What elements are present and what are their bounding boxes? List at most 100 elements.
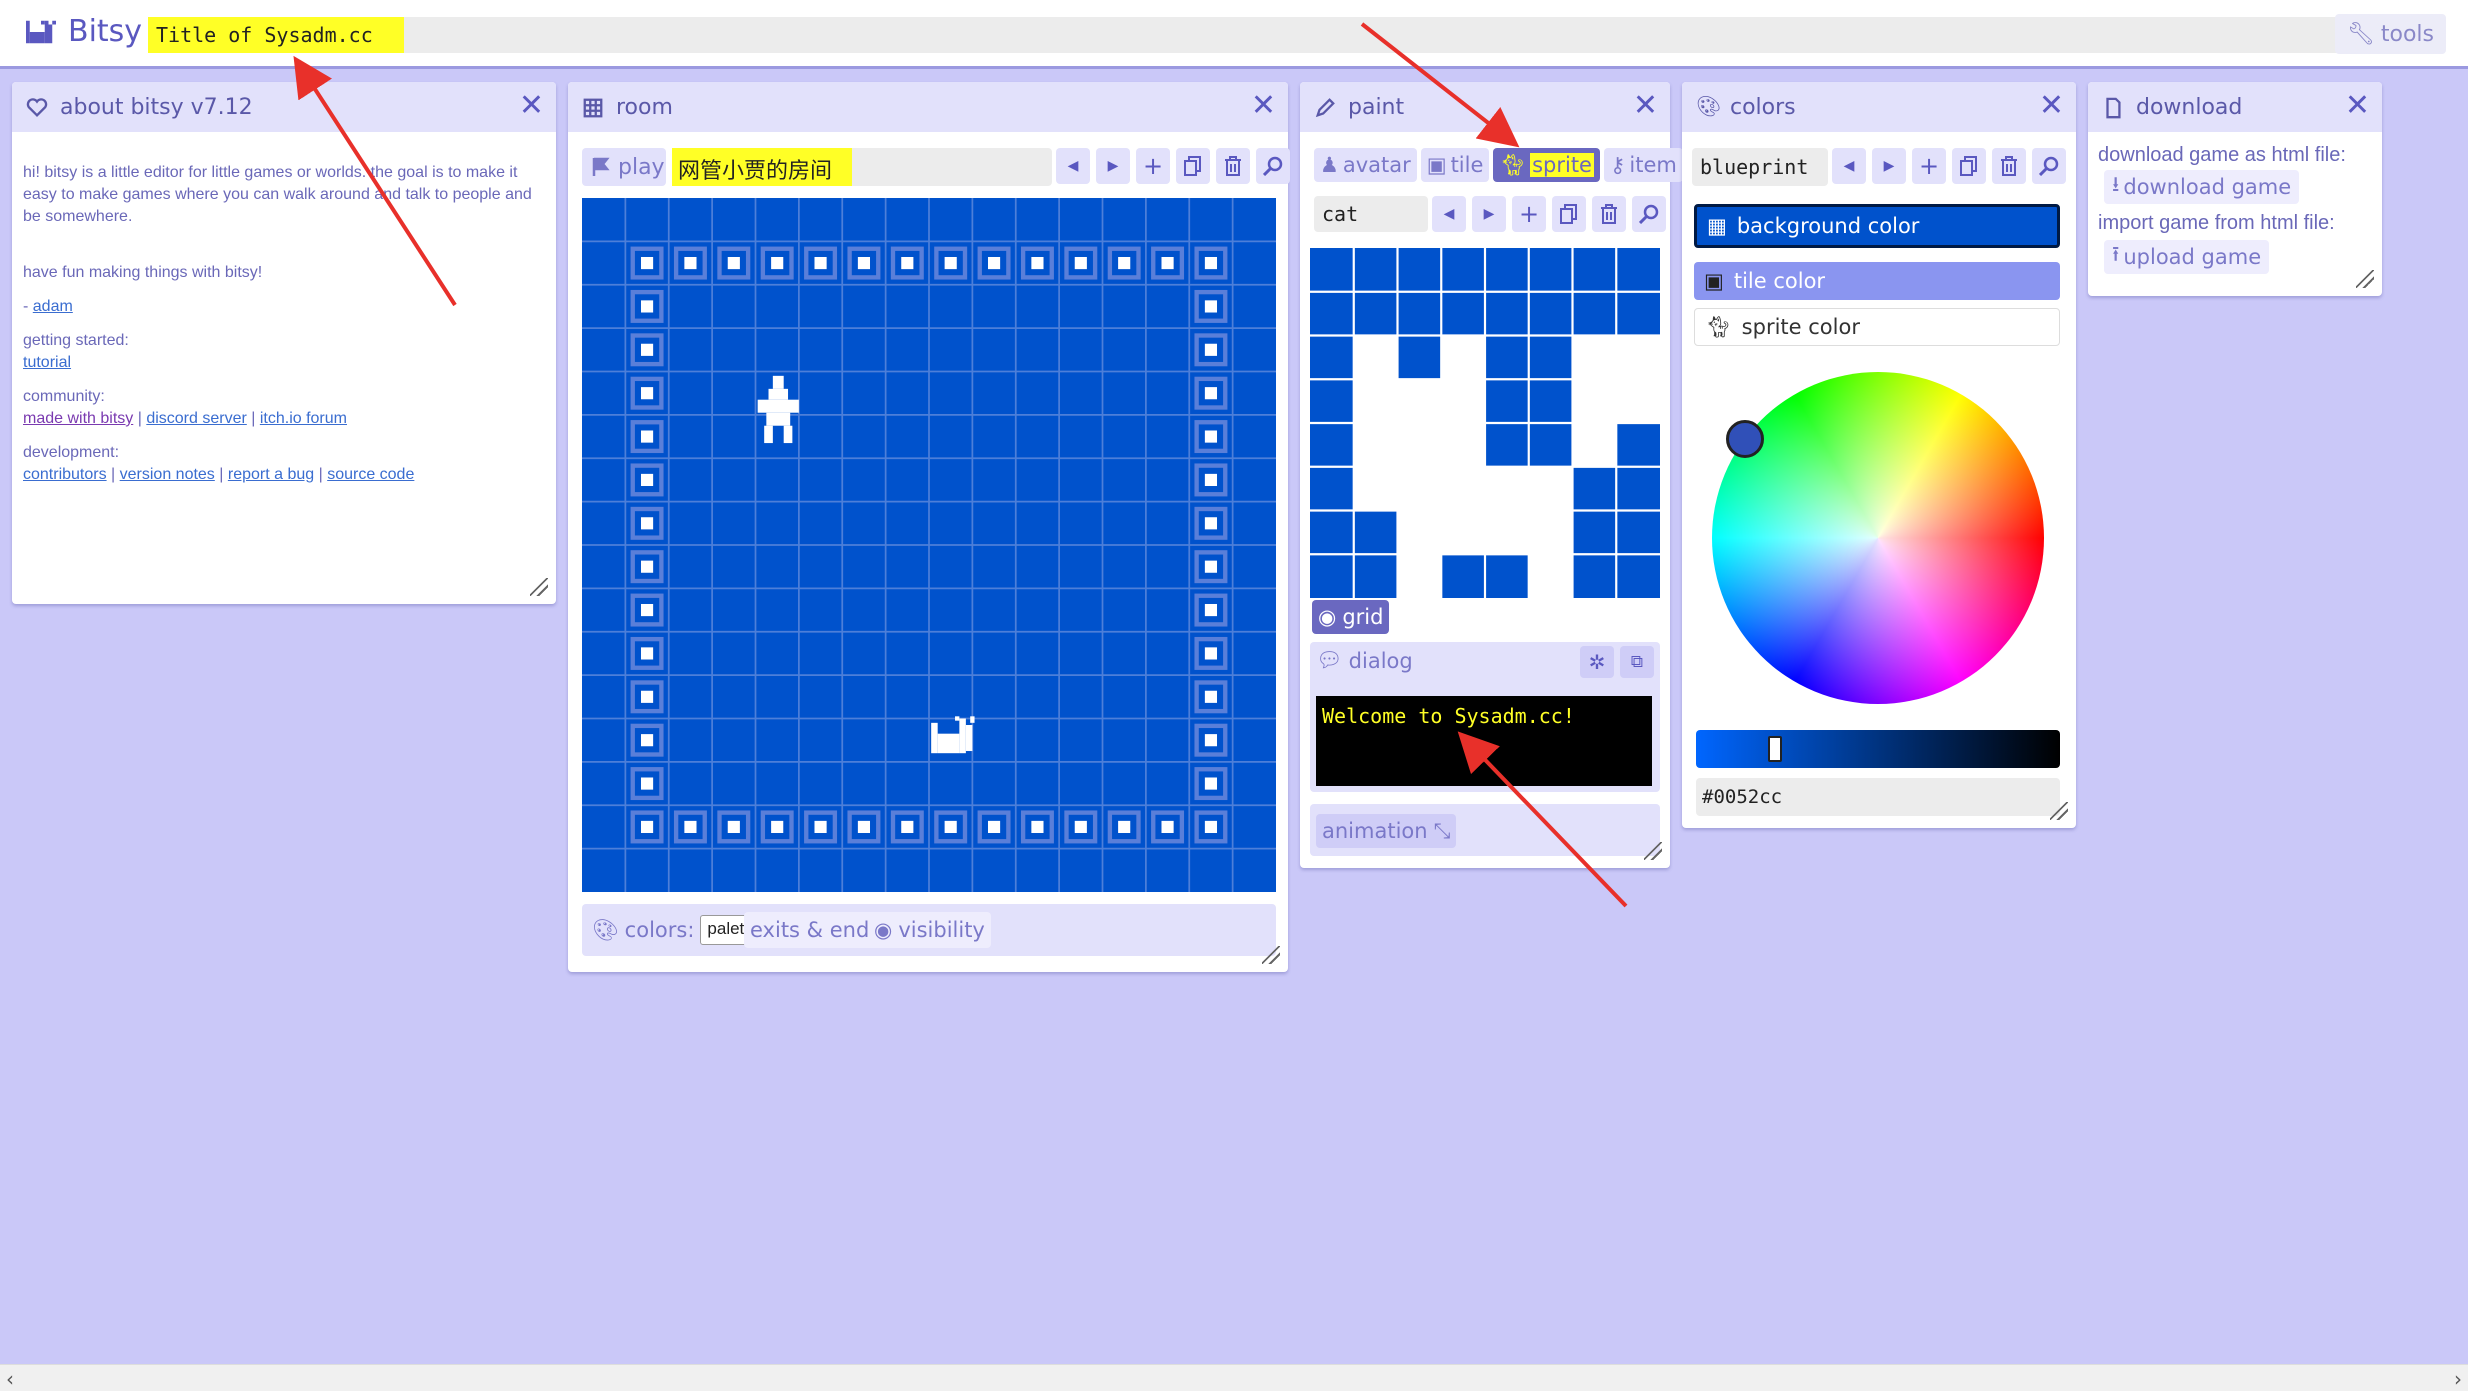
next-sprite-button[interactable]: ▶	[1472, 196, 1506, 232]
color-wheel-knob[interactable]	[1726, 420, 1764, 458]
grid-toggle-button[interactable]: ◉ grid	[1312, 600, 1390, 634]
tutorial-link[interactable]: tutorial	[23, 354, 71, 371]
sprite-pixel	[1485, 554, 1529, 598]
delete-room-button[interactable]	[1216, 148, 1250, 184]
sprite-pixel	[1616, 466, 1660, 511]
separator: |	[246, 410, 260, 427]
hex-color-input[interactable]: #0052cc	[1696, 778, 2060, 816]
close-icon[interactable]: ✕	[2345, 91, 2370, 121]
close-icon[interactable]: ✕	[519, 91, 544, 121]
game-title-input[interactable]: Title of Sysadm.cc	[148, 17, 2342, 53]
sprite-pixel	[1616, 510, 1660, 555]
prev-room-button[interactable]: ◀	[1056, 148, 1090, 184]
download-game-button[interactable]: ⭳ download game	[2104, 170, 2300, 204]
close-icon[interactable]: ✕	[1251, 91, 1276, 121]
tab-avatar[interactable]: ♟︎ avatar	[1314, 148, 1417, 182]
visibility-button[interactable]: ◉ visibility	[868, 912, 991, 948]
magnifier-icon	[1263, 156, 1283, 176]
duplicate-palette-button[interactable]	[1952, 148, 1986, 184]
animation-button[interactable]: animation ⤡	[1316, 814, 1457, 848]
tab-sprite[interactable]: 🐈︎ sprite	[1493, 148, 1600, 182]
next-room-button[interactable]: ▶	[1096, 148, 1130, 184]
itch-forum-link[interactable]: itch.io forum	[260, 410, 347, 427]
magnifier-icon	[1639, 204, 1659, 224]
upload-game-button[interactable]: ⭱ upload game	[2104, 240, 2270, 274]
play-button[interactable]: play	[582, 148, 666, 186]
prev-palette-button[interactable]: ◀	[1832, 148, 1866, 184]
scroll-left-icon[interactable]: ‹	[6, 1367, 14, 1391]
duplicate-room-button[interactable]	[1176, 148, 1210, 184]
prev-sprite-button[interactable]: ◀	[1432, 196, 1466, 232]
made-with-bitsy-link[interactable]: made with bitsy	[23, 410, 133, 427]
sprite-pixel	[1528, 291, 1573, 336]
resize-handle[interactable]	[530, 578, 548, 596]
sprite-pixel	[1528, 248, 1573, 292]
find-sprite-button[interactable]	[1632, 196, 1666, 232]
sprite-paint-canvas[interactable]	[1310, 248, 1660, 598]
room-nav-toolbar: ◀ ▶ +	[1056, 148, 1290, 184]
palette-icon: 🎨︎	[1696, 94, 1722, 118]
delete-sprite-button[interactable]	[1592, 196, 1626, 232]
add-sprite-button[interactable]: +	[1512, 196, 1546, 232]
find-palette-button[interactable]	[2032, 148, 2066, 184]
plus-icon: +	[1142, 152, 1164, 180]
cat-icon: 🐈︎	[1499, 152, 1527, 177]
add-room-button[interactable]: +	[1136, 148, 1170, 184]
value-slider[interactable]	[1696, 730, 2060, 768]
sprite-pixel	[1310, 423, 1354, 467]
plus-icon: +	[1518, 200, 1540, 228]
resize-handle[interactable]	[2356, 270, 2374, 288]
dialog-section: 💬︎ dialog ✲ ⧉ Welcome to Sysadm.cc!	[1310, 642, 1660, 792]
paint-panel-header[interactable]: paint ✕	[1300, 82, 1670, 132]
add-palette-button[interactable]: +	[1912, 148, 1946, 184]
dialog-settings-button[interactable]: ✲	[1580, 646, 1614, 678]
duplicate-sprite-button[interactable]	[1552, 196, 1586, 232]
tab-item[interactable]: ⚷ item	[1603, 148, 1683, 182]
resize-handle[interactable]	[1262, 946, 1280, 964]
background-color-option[interactable]: ▦ background color	[1694, 204, 2060, 248]
room-panel-header[interactable]: room ✕	[568, 82, 1288, 132]
discord-link[interactable]: discord server	[146, 410, 246, 427]
room-canvas[interactable]	[582, 198, 1276, 892]
about-panel-header[interactable]: about bitsy v7.12 ✕	[12, 82, 556, 132]
magnifier-icon	[2039, 156, 2059, 176]
report-bug-link[interactable]: report a bug	[228, 466, 314, 483]
tile-color-option[interactable]: ▣ tile color	[1694, 262, 2060, 300]
find-room-button[interactable]	[1256, 148, 1290, 184]
author-link[interactable]: adam	[33, 298, 73, 315]
sprite-color-option[interactable]: 🐈︎ sprite color	[1694, 308, 2060, 346]
close-icon[interactable]: ✕	[1633, 91, 1658, 121]
sprite-pixel	[1397, 335, 1442, 380]
sprite-nav-toolbar: ◀ ▶ +	[1432, 196, 1666, 232]
dialog-textarea[interactable]: Welcome to Sysadm.cc!	[1316, 696, 1652, 786]
about-panel-title: about bitsy v7.12	[60, 95, 253, 120]
tools-button[interactable]: 🔧︎ tools	[2334, 14, 2446, 54]
resize-handle[interactable]	[2050, 802, 2068, 820]
tab-tile[interactable]: ▣ tile	[1420, 148, 1490, 182]
delete-palette-button[interactable]	[1992, 148, 2026, 184]
resize-handle[interactable]	[1644, 842, 1662, 860]
color-wheel[interactable]	[1712, 372, 2044, 704]
dialog-open-button[interactable]: ⧉	[1620, 646, 1654, 678]
room-name-input[interactable]: 网管小贾的房间	[672, 148, 1052, 186]
wall-tile-dot	[987, 256, 1001, 270]
palette-name-input[interactable]: blueprint	[1692, 148, 1828, 186]
speech-bubble-icon: 💬︎	[1316, 648, 1343, 672]
value-slider-handle[interactable]	[1768, 736, 1782, 762]
next-palette-button[interactable]: ▶	[1872, 148, 1906, 184]
sprite-pixel	[1353, 510, 1398, 555]
colors-panel-header[interactable]: 🎨︎ colors ✕	[1682, 82, 2076, 132]
wall-tile-dot	[640, 777, 654, 790]
download-panel-header[interactable]: download ✕	[2088, 82, 2382, 132]
scroll-right-icon[interactable]: ›	[2454, 1367, 2462, 1391]
horizontal-scrollbar[interactable]: ‹ ›	[0, 1364, 2468, 1391]
source-code-link[interactable]: source code	[327, 466, 414, 483]
community: community: made with bitsy | discord ser…	[23, 386, 543, 430]
tab-item-label: item	[1629, 153, 1677, 177]
close-icon[interactable]: ✕	[2039, 91, 2064, 121]
version-notes-link[interactable]: version notes	[120, 466, 215, 483]
sprite-pixel	[1572, 248, 1617, 292]
tile-icon: ▣	[1426, 153, 1447, 177]
sprite-name-input[interactable]: cat	[1314, 196, 1428, 232]
contributors-link[interactable]: contributors	[23, 466, 107, 483]
